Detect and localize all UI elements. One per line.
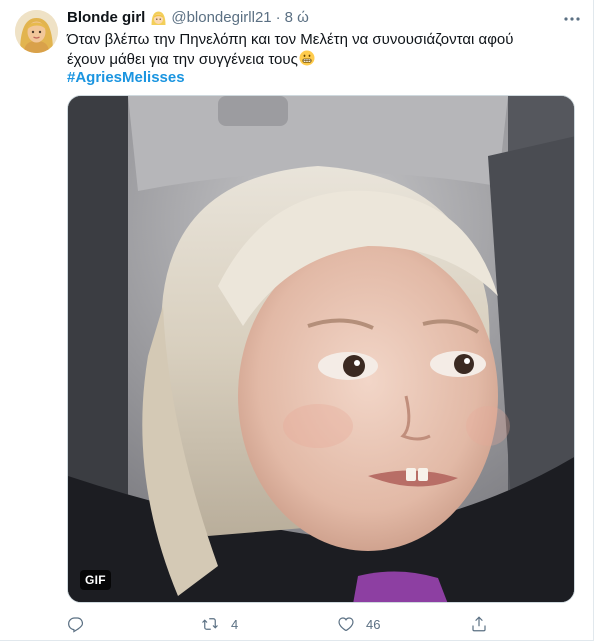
- avatar-image: [15, 10, 58, 53]
- timeline-border-right: [593, 0, 594, 641]
- avatar[interactable]: [15, 10, 58, 53]
- heart-icon: [338, 617, 354, 632]
- like-count: 46: [366, 616, 381, 632]
- retweet-icon: [202, 618, 218, 630]
- share-icon: [472, 616, 486, 632]
- share-button[interactable]: [470, 612, 488, 636]
- tweet-text: Όταν βλέπω την Πηνελόπη και τον Μελέτη ν…: [67, 30, 567, 70]
- tweet-actions: 4 46: [67, 612, 587, 636]
- tweet-header: Blonde girl @blondegirll21 · 8 ώ: [67, 8, 587, 28]
- author-handle[interactable]: @blondegirll21: [171, 8, 271, 28]
- header-separator: ·: [275, 9, 281, 26]
- display-name[interactable]: Blonde girl: [67, 8, 145, 28]
- retweet-button[interactable]: 4: [200, 612, 238, 636]
- person-blond-hair-emoji-icon: [150, 10, 167, 27]
- like-button[interactable]: 46: [337, 612, 380, 636]
- reply-button[interactable]: [67, 612, 85, 636]
- more-icon: [564, 17, 580, 21]
- grinning-face-emoji-icon: [299, 50, 315, 66]
- reply-icon: [68, 617, 84, 633]
- tweet-text-line-2-wrap: έχουν μάθει για την συγγένεια τους: [67, 50, 567, 70]
- tweet-text-line-2: έχουν μάθει για την συγγένεια τους: [67, 51, 298, 68]
- tweet-media-gif[interactable]: GIF: [67, 95, 575, 603]
- child-side-eye-gif-image: [68, 96, 574, 602]
- tweet-text-line-1: Όταν βλέπω την Πηνελόπη και τον Μελέτη ν…: [67, 31, 514, 48]
- hashtag-link[interactable]: #AgriesMelisses: [67, 68, 185, 88]
- tweet-timestamp[interactable]: 8 ώ: [285, 8, 309, 28]
- more-options-button[interactable]: [560, 8, 584, 30]
- gif-badge: GIF: [80, 570, 111, 590]
- retweet-count: 4: [231, 616, 239, 632]
